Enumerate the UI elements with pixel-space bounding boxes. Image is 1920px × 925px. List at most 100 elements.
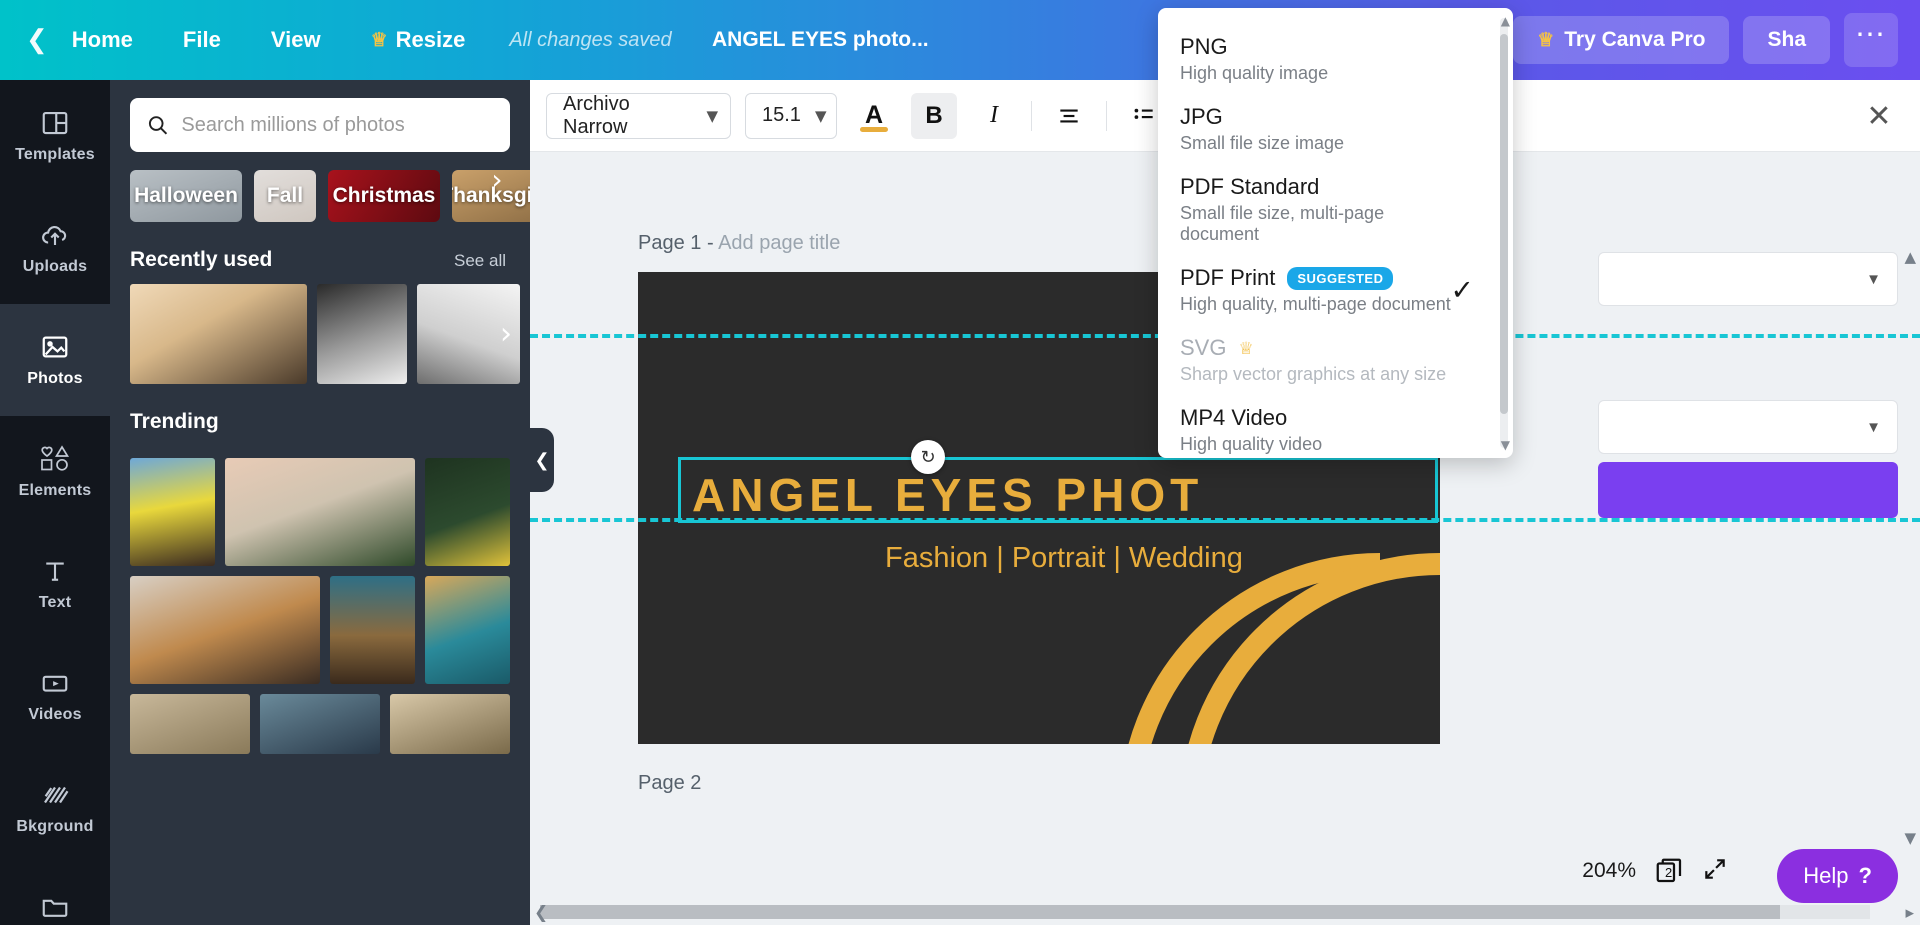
section-title: Recently used bbox=[130, 248, 273, 271]
sidebar-item-elements[interactable]: Elements bbox=[0, 416, 110, 528]
scrollbar-thumb[interactable] bbox=[540, 905, 1780, 919]
export-option-desc: High quality video bbox=[1180, 434, 1323, 454]
more-options-button[interactable]: ⋯ bbox=[1844, 13, 1898, 67]
scroll-down-arrow-icon[interactable]: ▼ bbox=[1904, 829, 1916, 847]
scroll-right-arrow-icon[interactable]: ▸ bbox=[1905, 903, 1914, 923]
sidebar-item-folders[interactable]: Folders bbox=[0, 864, 110, 925]
zoom-level-value[interactable]: 204% bbox=[1582, 859, 1636, 883]
nav-file-label: File bbox=[182, 27, 221, 52]
export-option-name: PNG bbox=[1180, 34, 1228, 59]
top-navigation-bar: ❮ Home File View ♕ Resize All changes sa… bbox=[0, 0, 1920, 80]
recently-used-next-arrow-icon[interactable]: › bbox=[500, 317, 512, 352]
photo-thumbnail[interactable] bbox=[130, 458, 215, 566]
dropdown-scrollbar-thumb[interactable] bbox=[1500, 34, 1508, 414]
nav-view-button[interactable]: View bbox=[257, 19, 335, 61]
download-button[interactable] bbox=[1598, 462, 1898, 518]
more-horizontal-icon: ⋯ bbox=[1855, 17, 1887, 51]
export-format-list: PNG High quality image JPG Small file si… bbox=[1158, 8, 1494, 458]
photo-thumbnail[interactable] bbox=[330, 576, 415, 684]
align-button[interactable] bbox=[1046, 93, 1092, 139]
smart-guide-bottom bbox=[530, 518, 1920, 522]
sidebar-item-photos[interactable]: Photos bbox=[0, 304, 110, 416]
bold-icon: B bbox=[925, 101, 943, 129]
bold-button[interactable]: B bbox=[911, 92, 957, 139]
section-title: Trending bbox=[130, 410, 219, 433]
search-input[interactable] bbox=[181, 113, 494, 137]
try-canva-pro-button[interactable]: ♕ Try Canva Pro bbox=[1513, 16, 1730, 64]
photo-thumbnail[interactable] bbox=[130, 576, 320, 684]
chips-next-arrow-icon[interactable]: › bbox=[482, 163, 512, 196]
page-count-button[interactable]: 2 bbox=[1654, 856, 1684, 886]
export-option-desc: Small file size image bbox=[1180, 133, 1345, 153]
dropdown-scroll-down-icon[interactable]: ▼ bbox=[1501, 438, 1510, 452]
nav-resize-button[interactable]: ♕ Resize bbox=[357, 19, 480, 61]
photo-thumbnail[interactable] bbox=[390, 694, 510, 754]
page-2-title[interactable]: Page 2 bbox=[638, 772, 701, 795]
back-chevron-icon[interactable]: ❮ bbox=[26, 27, 48, 53]
video-icon bbox=[42, 675, 68, 692]
photo-thumbnail[interactable] bbox=[425, 458, 510, 566]
photo-thumbnail[interactable] bbox=[225, 458, 415, 566]
horizontal-scrollbar[interactable] bbox=[540, 905, 1870, 919]
font-family-select[interactable]: Archivo Narrow ▼ bbox=[546, 92, 731, 139]
fullscreen-button[interactable] bbox=[1702, 856, 1728, 887]
nav-home-label: Home bbox=[71, 27, 133, 52]
photo-thumbnail[interactable] bbox=[130, 694, 250, 754]
font-family-value: Archivo Narrow bbox=[563, 92, 630, 138]
scroll-left-arrow-icon[interactable]: ❮ bbox=[534, 903, 548, 923]
export-option-mp4-video[interactable]: MP4 Video High quality video bbox=[1158, 395, 1494, 458]
search-icon bbox=[148, 116, 168, 135]
sidebar-item-bkground[interactable]: Bkground bbox=[0, 752, 110, 864]
scroll-up-arrow-icon[interactable]: ▲ bbox=[1904, 248, 1916, 266]
close-toolbar-button[interactable]: ✕ bbox=[1856, 93, 1902, 139]
panel-collapse-handle[interactable]: ❮ bbox=[530, 428, 554, 492]
italic-button[interactable]: I bbox=[971, 93, 1017, 139]
suggested-badge: SUGGESTED bbox=[1287, 266, 1394, 290]
document-title[interactable]: ANGEL EYES photo... bbox=[712, 28, 929, 52]
help-label: Help bbox=[1803, 863, 1849, 888]
trending-photo-grid bbox=[110, 446, 510, 754]
font-size-select[interactable]: 15.1 ▼ bbox=[745, 92, 837, 139]
nav-file-button[interactable]: File bbox=[169, 19, 235, 61]
photo-thumbnail[interactable] bbox=[260, 694, 380, 754]
shapes-icon bbox=[41, 445, 70, 471]
page-1-title[interactable]: Page 1 - Add page title bbox=[638, 232, 840, 255]
share-button[interactable]: Sha bbox=[1743, 16, 1830, 64]
cloud-upload-icon bbox=[42, 225, 67, 245]
export-option-png[interactable]: PNG High quality image bbox=[1158, 24, 1494, 94]
sidebar-item-text[interactable]: Text bbox=[0, 528, 110, 640]
rotate-icon: ↻ bbox=[920, 446, 936, 468]
sidebar-item-label: Text bbox=[38, 594, 72, 611]
export-option-svg[interactable]: SVG ♕ Sharp vector graphics at any size bbox=[1158, 325, 1494, 395]
text-color-button[interactable]: A bbox=[851, 93, 897, 139]
export-option-jpg[interactable]: JPG Small file size image bbox=[1158, 94, 1494, 164]
nav-resize-label: Resize bbox=[395, 27, 466, 52]
dropdown-scroll-up-icon[interactable]: ▲ bbox=[1501, 14, 1510, 28]
photo-thumbnail[interactable] bbox=[130, 284, 307, 384]
help-button[interactable]: Help ? bbox=[1777, 849, 1898, 903]
align-center-icon bbox=[1060, 109, 1078, 122]
category-chip-fall[interactable]: Fall bbox=[254, 170, 316, 222]
sidebar-item-videos[interactable]: Videos bbox=[0, 640, 110, 752]
photo-thumbnail[interactable] bbox=[317, 284, 407, 384]
sidebar-item-uploads[interactable]: Uploads bbox=[0, 192, 110, 304]
export-option-row-1[interactable]: ▼ bbox=[1598, 252, 1898, 306]
search-container bbox=[110, 80, 530, 152]
chevron-down-icon: ▼ bbox=[1866, 270, 1881, 288]
image-icon bbox=[42, 336, 68, 358]
see-all-link[interactable]: See all bbox=[454, 251, 506, 271]
category-chip-halloween[interactable]: Halloween bbox=[130, 170, 242, 222]
export-option-pdf-print[interactable]: PDF Print SUGGESTED High quality, multi-… bbox=[1158, 255, 1494, 325]
sidebar-item-templates[interactable]: Templates bbox=[0, 80, 110, 192]
chevron-down-icon: ▼ bbox=[1866, 418, 1881, 436]
export-option-row-2[interactable]: ▼ bbox=[1598, 400, 1898, 454]
category-chip-christmas[interactable]: Christmas bbox=[328, 170, 440, 222]
page-2-label: Page 2 bbox=[638, 772, 702, 794]
sidebar-item-label: Videos bbox=[28, 706, 82, 723]
rotate-handle[interactable]: ↻ bbox=[911, 440, 945, 474]
photo-thumbnail[interactable] bbox=[425, 576, 510, 684]
search-box[interactable] bbox=[130, 98, 510, 152]
nav-home-button[interactable]: Home bbox=[58, 19, 147, 61]
export-option-pdf-standard[interactable]: PDF Standard Small file size, multi-page… bbox=[1158, 164, 1494, 255]
photos-panel: Halloween Fall Christmas Thanksgiving › … bbox=[110, 80, 530, 925]
